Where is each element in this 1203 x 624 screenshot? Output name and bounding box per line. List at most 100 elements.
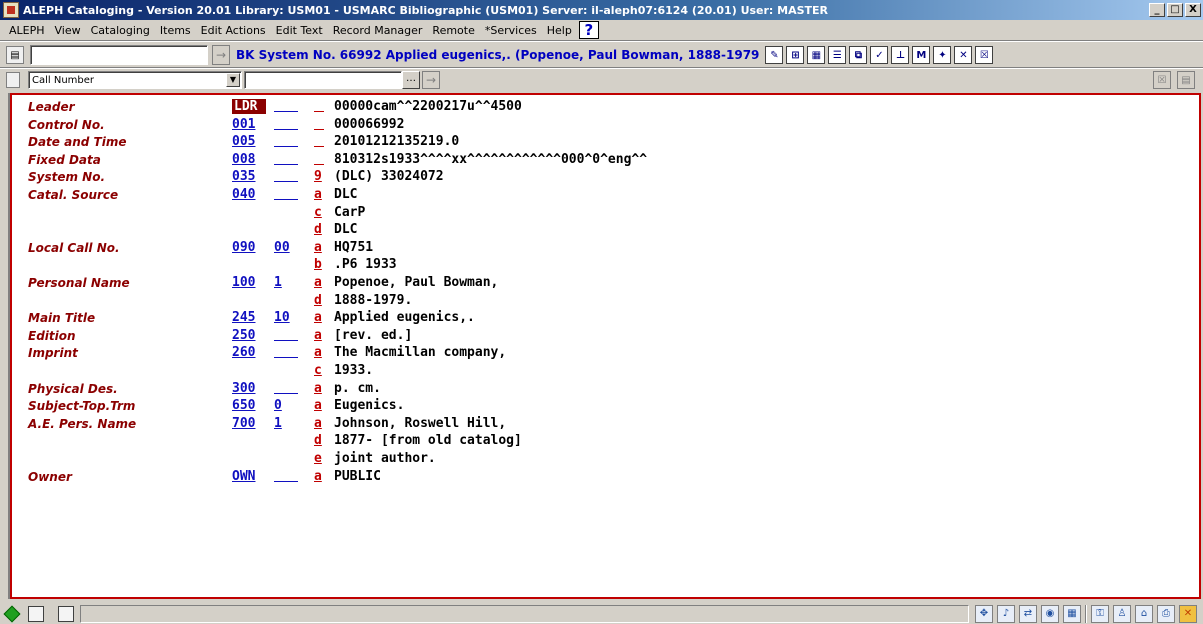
marc-field-row[interactable]: Catal. Source 040 a DLC bbox=[12, 187, 1199, 204]
field-value[interactable]: .P6 1933 bbox=[334, 257, 397, 272]
menu-services[interactable]: *Services bbox=[480, 24, 542, 37]
marc-field-row[interactable]: Control No. 001 000066992 bbox=[12, 117, 1199, 134]
delete-field-icon[interactable]: ✕ bbox=[954, 46, 973, 64]
subfield-code[interactable]: c bbox=[314, 205, 324, 220]
edit-record-icon[interactable]: ✎ bbox=[765, 46, 784, 64]
field-value[interactable]: [rev. ed.] bbox=[334, 328, 412, 343]
field-value[interactable]: joint author. bbox=[334, 451, 436, 466]
field-value[interactable]: The Macmillan company, bbox=[334, 345, 506, 360]
subfield-code[interactable]: d bbox=[314, 433, 324, 448]
expand-icon[interactable]: ✦ bbox=[933, 46, 952, 64]
menu-edit-text[interactable]: Edit Text bbox=[271, 24, 328, 37]
field-tag[interactable]: 650 bbox=[232, 398, 266, 413]
subfield-code[interactable] bbox=[314, 117, 324, 130]
field-indicator[interactable]: 00 bbox=[274, 240, 298, 255]
close-button[interactable]: X bbox=[1185, 3, 1201, 17]
field-indicator[interactable] bbox=[274, 469, 298, 482]
go-arrow-icon[interactable]: → bbox=[212, 45, 230, 65]
menu-view[interactable]: View bbox=[50, 24, 86, 37]
person-icon[interactable]: ♙ bbox=[1113, 604, 1131, 623]
marc-field-row[interactable]: b .P6 1933 bbox=[12, 257, 1199, 274]
page-right-icon[interactable] bbox=[58, 605, 74, 622]
key-icon[interactable]: ⚿ bbox=[1091, 604, 1109, 623]
marc-icon[interactable]: M bbox=[912, 46, 931, 64]
field-tag[interactable]: 700 bbox=[232, 416, 266, 431]
subfield-code[interactable]: a bbox=[314, 381, 324, 396]
grid-icon[interactable]: ▦ bbox=[1063, 604, 1081, 623]
field-value[interactable]: 00000cam^^2200217u^^4500 bbox=[334, 99, 522, 114]
subfield-code[interactable]: d bbox=[314, 222, 324, 237]
check-icon[interactable]: ✓ bbox=[870, 46, 889, 64]
maximize-button[interactable]: □ bbox=[1167, 3, 1183, 17]
delete-record-icon[interactable]: ☒ bbox=[975, 46, 994, 64]
subfield-code[interactable]: a bbox=[314, 187, 324, 202]
field-value[interactable]: 20101212135219.0 bbox=[334, 134, 459, 149]
field-value[interactable]: PUBLIC bbox=[334, 469, 381, 484]
menu-edit-actions[interactable]: Edit Actions bbox=[196, 24, 271, 37]
subfield-code[interactable] bbox=[314, 152, 324, 165]
marc-field-row[interactable]: Imprint 260 a The Macmillan company, bbox=[12, 345, 1199, 362]
document-icon[interactable]: ▤ bbox=[6, 46, 24, 64]
tree-icon[interactable]: ⊞ bbox=[786, 46, 805, 64]
marc-field-row[interactable]: Owner OWN a PUBLIC bbox=[12, 469, 1199, 486]
field-value[interactable]: HQ751 bbox=[334, 240, 373, 255]
field-tag[interactable]: 001 bbox=[232, 117, 266, 132]
marc-field-row[interactable]: Subject-Top.Trm 650 0 a Eugenics. bbox=[12, 398, 1199, 415]
subfield-code[interactable]: b bbox=[314, 257, 324, 272]
field-indicator[interactable]: 10 bbox=[274, 310, 298, 325]
help-icon[interactable]: ? bbox=[578, 21, 599, 39]
field-indicator[interactable] bbox=[274, 328, 298, 341]
field-value[interactable]: Eugenics. bbox=[334, 398, 404, 413]
subfield-code[interactable]: e bbox=[314, 451, 324, 466]
subfield-code[interactable]: a bbox=[314, 275, 324, 290]
field-value[interactable]: 1888-1979. bbox=[334, 293, 412, 308]
doc-number-input[interactable] bbox=[30, 45, 208, 65]
menu-remote[interactable]: Remote bbox=[427, 24, 479, 37]
marc-field-row[interactable]: Edition 250 a [rev. ed.] bbox=[12, 328, 1199, 345]
subfield-code[interactable]: a bbox=[314, 416, 324, 431]
field-tag[interactable]: 005 bbox=[232, 134, 266, 149]
menu-record-manager[interactable]: Record Manager bbox=[328, 24, 428, 37]
subfield-code[interactable]: a bbox=[314, 240, 324, 255]
field-indicator[interactable]: 1 bbox=[274, 275, 298, 290]
field-value[interactable]: Popenoe, Paul Bowman, bbox=[334, 275, 498, 290]
field-tag[interactable]: OWN bbox=[232, 469, 266, 484]
field-indicator[interactable] bbox=[274, 381, 298, 394]
subfield-code[interactable]: a bbox=[314, 328, 324, 343]
subfield-code[interactable]: d bbox=[314, 293, 324, 308]
index-select[interactable]: Call Number ▼ bbox=[28, 71, 242, 89]
marc-record-editor[interactable]: Leader LDR 00000cam^^2200217u^^4500 Control… bbox=[10, 93, 1201, 599]
marc-field-row[interactable]: e joint author. bbox=[12, 451, 1199, 468]
subfield-code[interactable]: c bbox=[314, 363, 324, 378]
close-search-icon[interactable]: ☒ bbox=[1153, 71, 1171, 89]
subfield-code[interactable]: 9 bbox=[314, 169, 324, 184]
subfield-code[interactable] bbox=[314, 99, 324, 112]
search-input[interactable] bbox=[244, 71, 402, 89]
field-indicator[interactable] bbox=[274, 169, 298, 183]
menu-cataloging[interactable]: Cataloging bbox=[86, 24, 155, 37]
sync-icon[interactable]: ⇄ bbox=[1019, 604, 1037, 623]
subfield-code[interactable]: a bbox=[314, 469, 324, 484]
field-value[interactable]: Applied eugenics,. bbox=[334, 310, 475, 325]
field-tag[interactable]: 090 bbox=[232, 240, 266, 255]
field-tag[interactable]: 250 bbox=[232, 328, 266, 343]
field-indicator[interactable] bbox=[274, 187, 298, 200]
subfield-code[interactable]: a bbox=[314, 345, 324, 360]
save-search-icon[interactable]: ▤ bbox=[1177, 71, 1195, 89]
field-value[interactable]: p. cm. bbox=[334, 381, 381, 396]
page-icon[interactable] bbox=[6, 72, 20, 88]
print-icon[interactable]: ⎙ bbox=[1157, 604, 1175, 623]
marc-field-row[interactable]: Personal Name 100 1 a Popenoe, Paul Bowman, bbox=[12, 275, 1199, 292]
field-tag[interactable]: 260 bbox=[232, 345, 266, 360]
field-tag[interactable]: 035 bbox=[232, 169, 266, 184]
field-value[interactable]: DLC bbox=[334, 187, 357, 202]
close-icon[interactable]: ✕ bbox=[1179, 604, 1197, 623]
field-value[interactable]: CarP bbox=[334, 205, 365, 220]
marc-field-row[interactable]: A.E. Pers. Name 700 1 a Johnson, Roswell Hil… bbox=[12, 416, 1199, 433]
marc-field-row[interactable]: Local Call No. 090 00 a HQ751 bbox=[12, 240, 1199, 257]
field-value[interactable]: 810312s1933^^^^xx^^^^^^^^^^^^000^0^eng^^ bbox=[334, 152, 647, 167]
field-tag[interactable]: 008 bbox=[232, 152, 266, 167]
subfield-code[interactable] bbox=[314, 134, 324, 148]
field-tag[interactable]: 100 bbox=[232, 275, 266, 290]
marc-field-row[interactable]: d 1888-1979. bbox=[12, 293, 1199, 310]
